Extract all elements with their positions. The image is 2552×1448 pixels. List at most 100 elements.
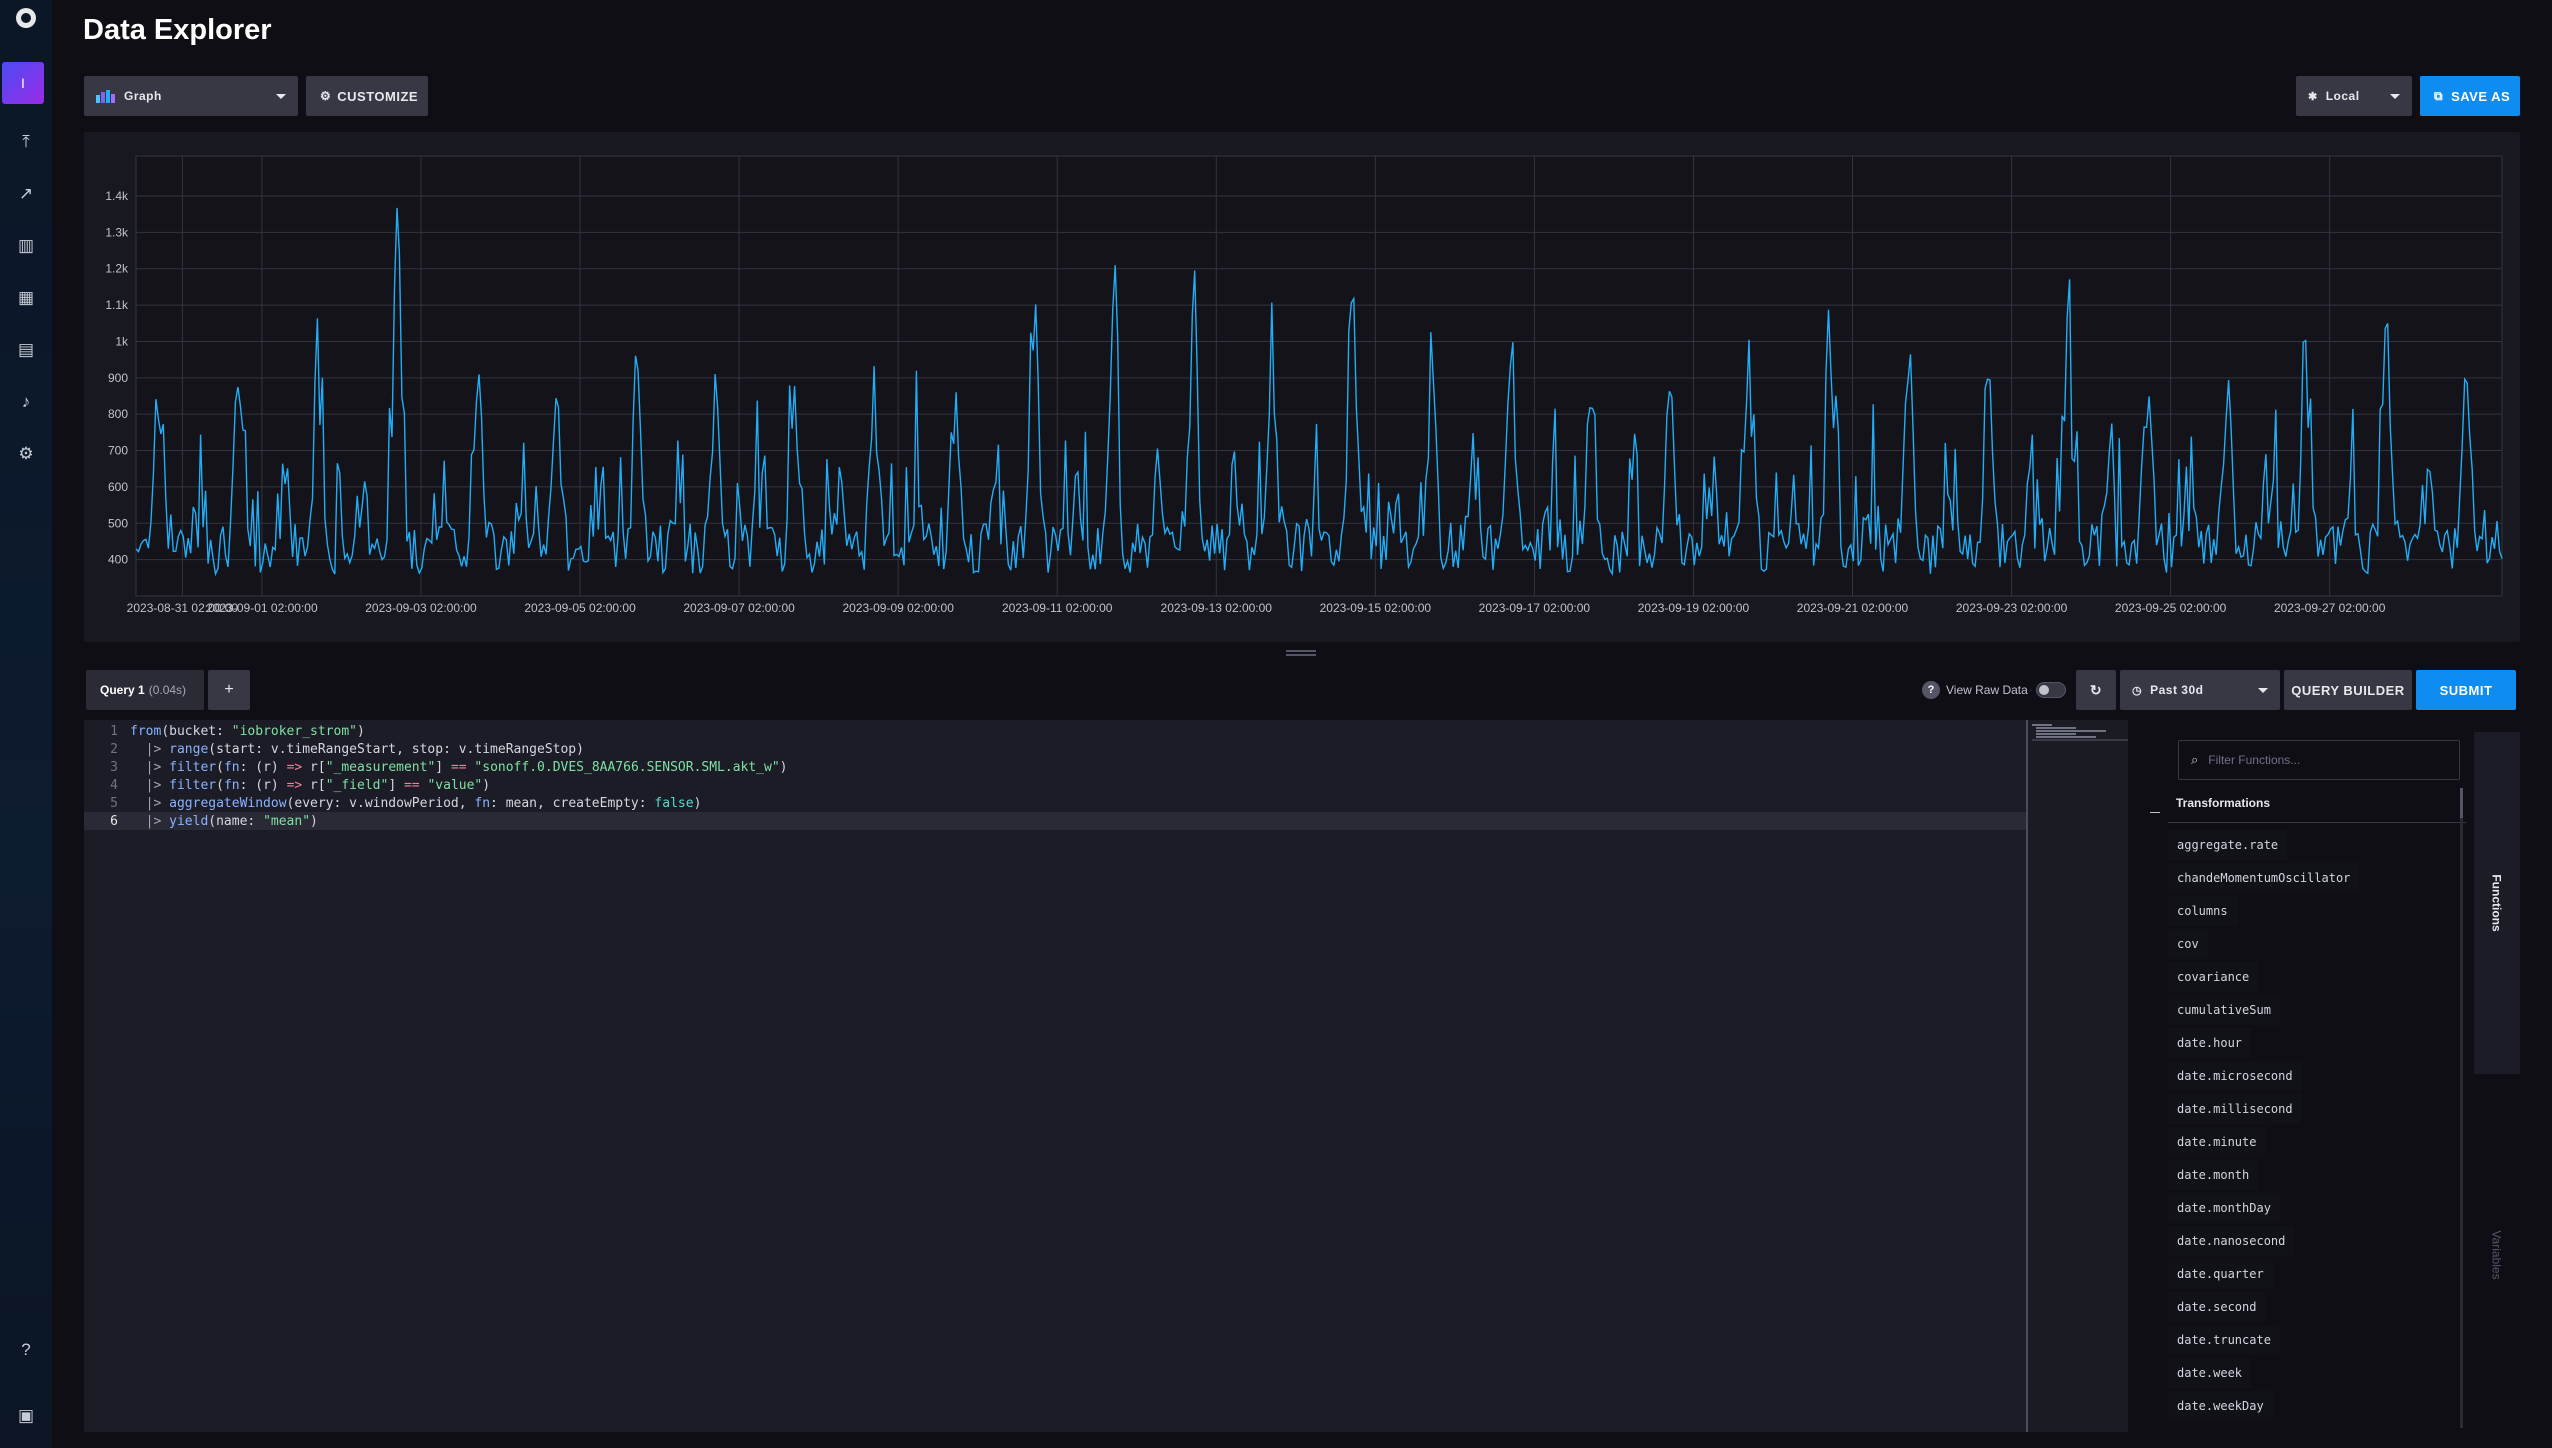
influxdb-logo[interactable] [0, 0, 52, 36]
line-number: 1 [110, 723, 118, 739]
sidebar-item-dashboards[interactable]: ▦ [0, 278, 52, 318]
code-minimap[interactable] [2028, 720, 2128, 1432]
sidebar-item-settings[interactable]: ⚙ [0, 434, 52, 474]
y-tick-label: 1.2k [105, 262, 129, 276]
submit-label: SUBMIT [2439, 682, 2493, 698]
panel-divider-mark [2150, 812, 2160, 813]
resize-handle[interactable] [1286, 650, 1316, 656]
pin-icon: ✱ [2308, 90, 2318, 103]
code-line[interactable]: 4 |> filter(fn: (r) => r["_field"] == "v… [84, 776, 2026, 794]
function-item[interactable]: date.microsecond [2168, 1061, 2302, 1091]
function-item[interactable]: cov [2168, 929, 2208, 959]
settings-icon: ⚙ [18, 444, 34, 463]
y-tick-label: 700 [108, 444, 128, 458]
function-item[interactable]: date.weekDay [2168, 1391, 2273, 1421]
function-item[interactable]: columns [2168, 896, 2237, 926]
code-line[interactable]: 1 from(bucket: "iobroker_strom") [84, 722, 2026, 740]
graph-type-label: Graph [124, 89, 162, 103]
sidebar-item-alerts[interactable]: ♪ [0, 382, 52, 422]
function-item[interactable]: chandeMomentumOscillator [2168, 863, 2360, 893]
add-query-button[interactable]: + [208, 670, 250, 710]
scrollbar-thumb[interactable] [2460, 788, 2463, 818]
tab-query-1[interactable]: Query 1 (0.04s) [86, 670, 204, 710]
flux-editor[interactable]: 1 from(bucket: "iobroker_strom") 2 |> ran… [84, 720, 2128, 1432]
function-item[interactable]: cumulativeSum [2168, 995, 2280, 1025]
minimap-line [2036, 727, 2076, 729]
save-as-button[interactable]: ⧉ SAVE AS [2420, 76, 2520, 116]
sidebar-item-load-data[interactable]: ⤒ [0, 122, 52, 162]
query-tab-label: Query 1 [100, 683, 145, 697]
customize-label: CUSTOMIZE [337, 88, 419, 104]
sidebar-item-data-explorer[interactable]: ↗ [0, 174, 52, 214]
function-item[interactable]: date.week [2168, 1358, 2252, 1388]
submit-button[interactable]: SUBMIT [2416, 670, 2516, 710]
save-as-label: SAVE AS [2451, 88, 2511, 104]
code-text: |> filter(fn: (r) => r["_field"] == "val… [130, 777, 491, 793]
time-range-dropdown[interactable]: ◷ Past 30d [2120, 670, 2280, 710]
notebook-icon: ▥ [17, 236, 35, 255]
query-builder-label: QUERY BUILDER [2291, 682, 2405, 698]
function-item[interactable]: date.nanosecond [2168, 1226, 2295, 1256]
sidebar-item-notebooks[interactable]: ▥ [0, 226, 52, 266]
tab-functions[interactable]: Functions [2474, 732, 2520, 1074]
x-tick-label: 2023-09-01 02:00:00 [206, 601, 318, 615]
function-item[interactable]: date.month [2168, 1160, 2259, 1190]
search-placeholder: Filter Functions... [2208, 753, 2301, 767]
org-avatar-button[interactable]: I [2, 62, 44, 104]
toggle-switch[interactable] [2035, 682, 2066, 698]
transformations-heading: Transformations [2176, 796, 2271, 810]
line-chart[interactable]: 400 500 600 700 800 900 1k 1.1k 1.2k 1.3k 1.4k 2023… [84, 132, 2520, 642]
y-tick-label: 800 [108, 407, 128, 421]
sidebar-item-help[interactable]: ? [0, 1330, 52, 1370]
chevron-down-icon [2258, 687, 2268, 693]
view-raw-data-toggle[interactable]: ? View Raw Data [1922, 680, 2066, 700]
function-item[interactable]: date.millisecond [2168, 1094, 2302, 1124]
x-tick-label: 2023-09-23 02:00:00 [1956, 601, 2068, 615]
refresh-button[interactable]: ↻ [2076, 670, 2116, 710]
graph-type-icon [96, 90, 115, 103]
sidebar: I ⤒ ↗ ▥ ▦ ▤ ♪ ⚙ ? ▣ [0, 0, 52, 1448]
minimap-line [2036, 733, 2076, 735]
code-text: |> range(start: v.timeRangeStart, stop: … [130, 741, 584, 757]
function-item[interactable]: date.quarter [2168, 1259, 2273, 1289]
code-text: |> aggregateWindow(every: v.windowPeriod… [130, 795, 702, 811]
function-item[interactable]: date.minute [2168, 1127, 2266, 1157]
line-number: 4 [110, 777, 118, 793]
query-builder-button[interactable]: QUERY BUILDER [2284, 670, 2412, 710]
function-item[interactable]: date.second [2168, 1292, 2266, 1322]
code-text: |> yield(name: "mean") [130, 813, 318, 829]
x-tick-label: 2023-09-11 02:00:00 [1002, 601, 1113, 615]
help-icon: ? [21, 1340, 31, 1359]
function-search-input[interactable]: ⌕ Filter Functions... [2178, 740, 2460, 780]
code-text: from(bucket: "iobroker_strom") [130, 723, 365, 739]
graph-type-dropdown[interactable]: Graph [84, 76, 298, 116]
code-line[interactable]: 2 |> range(start: v.timeRangeStart, stop… [84, 740, 2026, 758]
sidebar-item-collapse[interactable]: ▣ [0, 1396, 52, 1436]
timezone-dropdown[interactable]: ✱ Local [2296, 76, 2412, 116]
code-line[interactable]: 5 |> aggregateWindow(every: v.windowPeri… [84, 794, 2026, 812]
y-tick-label: 500 [108, 516, 128, 530]
sidebar-item-tasks[interactable]: ▤ [0, 330, 52, 370]
x-tick-label: 2023-09-27 02:00:00 [2274, 601, 2386, 615]
collapse-icon: ▣ [17, 1406, 35, 1425]
code-line-current[interactable]: 6 |> yield(name: "mean") [84, 812, 2026, 830]
code-text: |> filter(fn: (r) => r["_measurement"] =… [130, 759, 788, 775]
function-item[interactable]: covariance [2168, 962, 2259, 992]
y-tick-label: 1k [115, 334, 129, 348]
function-item[interactable]: date.hour [2168, 1028, 2252, 1058]
function-item[interactable]: aggregate.rate [2168, 830, 2288, 860]
export-icon: ⧉ [2434, 88, 2444, 103]
plus-icon: + [224, 681, 234, 698]
code-line[interactable]: 3 |> filter(fn: (r) => r["_measurement"]… [84, 758, 2026, 776]
function-item[interactable]: date.truncate [2168, 1325, 2280, 1355]
function-item[interactable]: date.monthDay [2168, 1193, 2280, 1223]
code-area[interactable]: 1 from(bucket: "iobroker_strom") 2 |> ran… [84, 720, 2026, 1432]
scrollbar[interactable] [2460, 788, 2463, 1428]
customize-button[interactable]: ⚙ CUSTOMIZE [306, 76, 428, 116]
chart-icon: ↗ [18, 184, 34, 203]
y-tick-label: 1.4k [105, 189, 129, 203]
question-icon: ? [1922, 681, 1940, 699]
x-tick-label: 2023-09-19 02:00:00 [1638, 601, 1750, 615]
gear-icon: ⚙ [320, 89, 332, 103]
tab-variables[interactable]: Variables [2474, 1078, 2520, 1432]
